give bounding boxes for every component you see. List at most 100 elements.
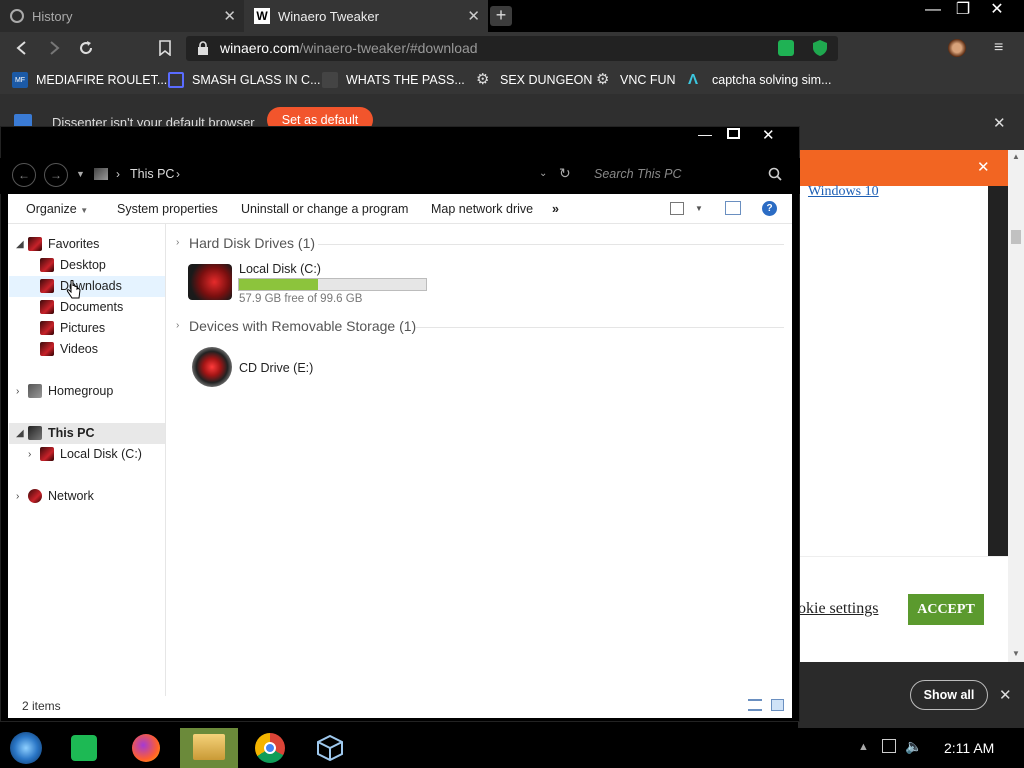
group-divider (416, 327, 784, 328)
refresh-icon[interactable]: ↻ (559, 165, 571, 182)
breadcrumb[interactable]: This PC (130, 167, 174, 181)
page-scrollbar[interactable] (1008, 150, 1024, 662)
nav-documents[interactable]: Documents (40, 300, 123, 314)
local-disk-item[interactable] (188, 264, 232, 300)
large-icons-view-icon[interactable] (771, 699, 784, 711)
taskbar-virtualbox[interactable] (312, 732, 348, 764)
bookmark-label: captcha solving sim... (712, 73, 832, 87)
close-banner-icon[interactable]: ✕ (977, 158, 990, 176)
homegroup-icon (28, 384, 42, 398)
nav-label: Homegroup (48, 384, 114, 398)
nav-homegroup[interactable]: › Homegroup (16, 384, 113, 398)
new-tab-button[interactable]: + (490, 6, 512, 26)
explorer-forward-button[interactable]: → (44, 163, 68, 187)
menu-icon[interactable]: ≡ (994, 39, 1003, 57)
expanded-icon: ◢ (16, 427, 24, 439)
group-hdd-title[interactable]: Hard Disk Drives (1) (189, 235, 315, 251)
desktop-icon (40, 258, 54, 272)
nav-this-pc[interactable]: ◢ This PC (16, 426, 95, 440)
nav-favorites[interactable]: ◢ Favorites (16, 237, 99, 251)
show-all-button[interactable]: Show all (910, 680, 988, 710)
show-hidden-icons-icon[interactable]: ▲ (858, 741, 869, 753)
more-commands-button[interactable]: » (552, 202, 559, 216)
scroll-down-icon[interactable]: ▼ (1012, 649, 1020, 658)
bookmark-mediafire[interactable]: MF MEDIAFIRE ROULET... (12, 72, 167, 88)
collapsed-icon: › (16, 490, 20, 502)
organize-menu[interactable]: Organize ▼ (26, 202, 88, 216)
volume-icon[interactable]: 🔈 (905, 738, 922, 755)
search-placeholder: Search This PC (594, 167, 682, 181)
explorer-minimize-button[interactable]: — (698, 126, 712, 142)
bookmark-icon[interactable] (158, 40, 172, 56)
bookmark-label: MEDIAFIRE ROULET... (36, 73, 168, 87)
scrollbar-thumb[interactable] (1011, 230, 1021, 244)
nav-pictures[interactable]: Pictures (40, 321, 105, 335)
taskbar-notes-app[interactable] (66, 732, 102, 764)
bookmark-vnc-fun[interactable]: ⚙ VNC FUN (596, 72, 676, 88)
clock[interactable]: 2:11 AM (944, 740, 994, 756)
url-path: /winaero-tweaker/#download (299, 40, 478, 56)
group-chevron-icon[interactable]: › (176, 237, 179, 248)
cd-drive-item[interactable] (192, 347, 232, 387)
system-properties-button[interactable]: System properties (117, 202, 218, 216)
minimize-button[interactable]: — (916, 0, 950, 22)
windows-10-link[interactable]: Windows 10 (808, 184, 879, 200)
reload-icon[interactable] (78, 40, 94, 56)
lock-icon[interactable] (197, 41, 209, 55)
close-tab-icon[interactable]: ✕ (223, 7, 236, 25)
windows-orb-icon (10, 732, 42, 764)
nav-videos[interactable]: Videos (40, 342, 98, 356)
disk-usage-fill (239, 279, 318, 290)
shield-icon[interactable] (812, 39, 828, 57)
view-dropdown-icon[interactable]: ▼ (695, 204, 703, 213)
address-bar[interactable]: winaero.com/winaero-tweaker/#download (186, 36, 838, 61)
accept-button[interactable]: ACCEPT (908, 594, 984, 625)
explorer-back-button[interactable]: ← (12, 163, 36, 187)
back-icon[interactable] (14, 40, 30, 56)
start-button[interactable] (8, 732, 44, 764)
explorer-close-button[interactable]: ✕ (762, 126, 775, 144)
explorer-maximize-button[interactable] (727, 128, 740, 139)
scroll-up-icon[interactable]: ▲ (1012, 152, 1020, 161)
close-notice-icon[interactable]: ✕ (993, 114, 1006, 132)
details-view-icon[interactable] (748, 699, 762, 711)
uninstall-program-button[interactable]: Uninstall or change a program (241, 202, 408, 216)
taskbar-chrome[interactable] (252, 732, 288, 764)
bookmark-label: SEX DUNGEON (500, 73, 593, 87)
taskbar-firefox[interactable] (128, 732, 164, 764)
avatar[interactable] (948, 39, 966, 57)
search-icon[interactable] (768, 167, 782, 181)
view-options-icon[interactable] (670, 202, 684, 215)
bookmark-sex-dungeon[interactable]: ⚙ SEX DUNGEON (476, 72, 592, 88)
map-network-drive-button[interactable]: Map network drive (431, 202, 533, 216)
network-status-icon[interactable] (882, 739, 896, 753)
recent-locations-icon[interactable]: ▼ (76, 169, 85, 179)
group-chevron-icon[interactable]: › (176, 320, 179, 331)
breadcrumb-chevron-icon[interactable]: › (176, 167, 180, 181)
search-input[interactable]: Search This PC (586, 160, 790, 188)
group-removable-title[interactable]: Devices with Removable Storage (1) (189, 318, 416, 334)
group-divider (318, 244, 784, 245)
close-tab-icon[interactable]: ✕ (467, 7, 480, 25)
help-icon[interactable]: ? (762, 201, 777, 216)
bookmark-smash-glass[interactable]: SMASH GLASS IN C... (168, 72, 321, 88)
nav-desktop[interactable]: Desktop (40, 258, 106, 272)
local-disk-name[interactable]: Local Disk (C:) (239, 262, 321, 276)
nav-local-disk[interactable]: › Local Disk (C:) (28, 447, 142, 461)
status-bar (8, 696, 792, 718)
cookie-settings-link[interactable]: okie settings (798, 600, 878, 618)
cd-drive-name[interactable]: CD Drive (E:) (239, 361, 313, 375)
close-window-button[interactable]: ✕ (980, 0, 1014, 22)
restore-button[interactable]: ❐ (946, 0, 980, 22)
forward-icon[interactable] (46, 40, 62, 56)
tab-winaero[interactable]: W Winaero Tweaker ✕ (244, 0, 488, 32)
nav-network[interactable]: › Network (16, 489, 94, 503)
extension-icon[interactable] (778, 40, 794, 56)
close-downloads-bar-icon[interactable]: ✕ (999, 686, 1012, 704)
tab-history[interactable]: History ✕ (0, 0, 244, 32)
bookmark-captcha[interactable]: Λ captcha solving sim... (688, 72, 832, 88)
address-dropdown-icon[interactable]: ⌄ (539, 168, 547, 179)
bookmark-whats-the-pass[interactable]: WHATS THE PASS... (322, 72, 465, 88)
pc-icon (94, 168, 108, 180)
preview-pane-icon[interactable] (725, 201, 741, 215)
